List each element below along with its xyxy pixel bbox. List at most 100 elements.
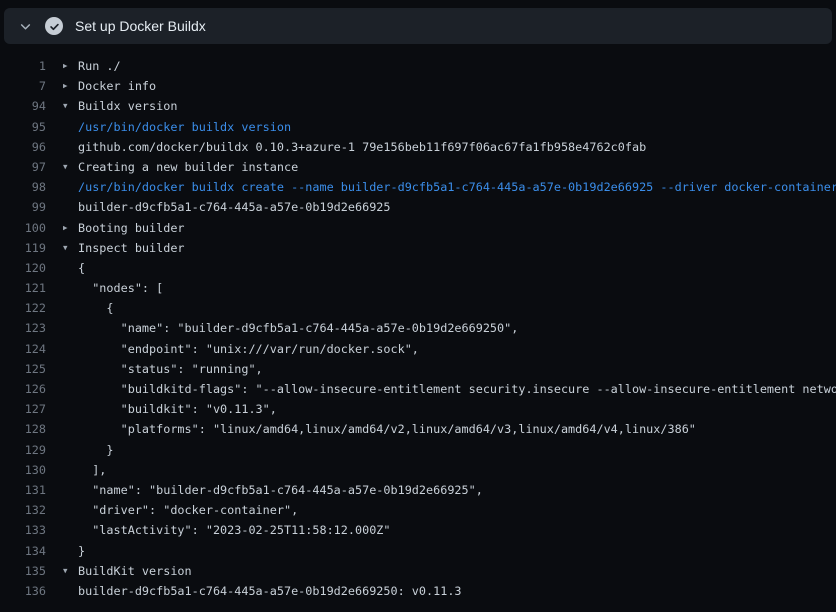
log-output-text: { [78, 298, 114, 318]
chevron-collapsed-icon[interactable]: ▶ [46, 56, 78, 76]
line-number[interactable]: 129 [0, 440, 46, 460]
chevron-collapsed-icon[interactable]: ▶ [46, 218, 78, 238]
line-number[interactable]: 95 [0, 117, 46, 137]
log-group-title: Inspect builder [78, 238, 185, 258]
chevron-down-icon[interactable] [16, 17, 34, 35]
line-number[interactable]: 128 [0, 419, 46, 439]
line-number[interactable]: 134 [0, 541, 46, 561]
log-output-text: } [78, 541, 85, 561]
line-number[interactable]: 100 [0, 218, 46, 238]
chevron-expanded-icon[interactable]: ▼ [46, 157, 78, 177]
log-group-title: Docker info [78, 76, 156, 96]
log-group-row[interactable]: 97▼Creating a new builder instance [0, 157, 836, 177]
log-group-row[interactable]: 94▼Buildx version [0, 96, 836, 116]
log-group-title: Booting builder [78, 218, 185, 238]
line-number[interactable]: 130 [0, 460, 46, 480]
line-number[interactable]: 132 [0, 500, 46, 520]
step-header[interactable]: Set up Docker Buildx [4, 8, 832, 44]
line-number[interactable]: 131 [0, 480, 46, 500]
log-output-text: "endpoint": "unix:///var/run/docker.sock… [78, 339, 419, 359]
arrow-spacer [46, 399, 78, 419]
arrow-spacer [46, 177, 78, 197]
line-number[interactable]: 136 [0, 581, 46, 601]
line-number[interactable]: 124 [0, 339, 46, 359]
arrow-spacer [46, 258, 78, 278]
arrow-spacer [46, 500, 78, 520]
log-group-row[interactable]: 1▶Run ./ [0, 56, 836, 76]
arrow-spacer [46, 339, 78, 359]
log-output-text: "nodes": [ [78, 278, 163, 298]
log-group-title: BuildKit version [78, 561, 192, 581]
arrow-spacer [46, 581, 78, 601]
actions-log-viewer: Set up Docker Buildx 1▶Run ./7▶Docker in… [0, 8, 836, 601]
step-title: Set up Docker Buildx [75, 18, 206, 34]
log-output-text: "buildkitd-flags": "--allow-insecure-ent… [78, 379, 836, 399]
log-line: 99 builder-d9cfb5a1-c764-445a-a57e-0b19d2… [0, 197, 836, 217]
arrow-spacer [46, 197, 78, 217]
arrow-spacer [46, 318, 78, 338]
log-output-text: github.com/docker/buildx 0.10.3+azure-1 … [78, 137, 646, 157]
log-line: 128 "platforms": "linux/amd64,linux/amd6… [0, 419, 836, 439]
log-command-text: /usr/bin/docker buildx version [78, 117, 291, 137]
chevron-expanded-icon[interactable]: ▼ [46, 238, 78, 258]
log-line: 129 } [0, 440, 836, 460]
log-group-row[interactable]: 119▼Inspect builder [0, 238, 836, 258]
log-output-text: "name": "builder-d9cfb5a1-c764-445a-a57e… [78, 318, 518, 338]
line-number[interactable]: 99 [0, 197, 46, 217]
line-number[interactable]: 133 [0, 520, 46, 540]
log-output-text: "status": "running", [78, 359, 263, 379]
log-output-text: "driver": "docker-container", [78, 500, 298, 520]
line-number[interactable]: 119 [0, 238, 46, 258]
log-line: 125 "status": "running", [0, 359, 836, 379]
arrow-spacer [46, 440, 78, 460]
arrow-spacer [46, 480, 78, 500]
chevron-expanded-icon[interactable]: ▼ [46, 561, 78, 581]
log-line: 133 "lastActivity": "2023-02-25T11:58:12… [0, 520, 836, 540]
log-output-text: "platforms": "linux/amd64,linux/amd64/v2… [78, 419, 696, 439]
line-number[interactable]: 123 [0, 318, 46, 338]
log-line: 132 "driver": "docker-container", [0, 500, 836, 520]
line-number[interactable]: 96 [0, 137, 46, 157]
line-number[interactable]: 120 [0, 258, 46, 278]
log-output-text: } [78, 440, 114, 460]
log-command-text: /usr/bin/docker buildx create --name bui… [78, 177, 836, 197]
line-number[interactable]: 98 [0, 177, 46, 197]
log-line: 96 github.com/docker/buildx 0.10.3+azure-… [0, 137, 836, 157]
log-group-row[interactable]: 7▶Docker info [0, 76, 836, 96]
log-line: 136builder-d9cfb5a1-c764-445a-a57e-0b19d… [0, 581, 836, 601]
arrow-spacer [46, 419, 78, 439]
log-output-text: ], [78, 460, 106, 480]
log-line: 98/usr/bin/docker buildx create --name b… [0, 177, 836, 197]
line-number[interactable]: 94 [0, 96, 46, 116]
chevron-collapsed-icon[interactable]: ▶ [46, 76, 78, 96]
arrow-spacer [46, 541, 78, 561]
log-output-text: { [78, 258, 85, 278]
arrow-spacer [46, 278, 78, 298]
arrow-spacer [46, 359, 78, 379]
line-number[interactable]: 97 [0, 157, 46, 177]
line-number[interactable]: 135 [0, 561, 46, 581]
log-line: 121 "nodes": [ [0, 278, 836, 298]
log-group-title: Buildx version [78, 96, 177, 116]
log-line: 122 { [0, 298, 836, 318]
arrow-spacer [46, 117, 78, 137]
chevron-expanded-icon[interactable]: ▼ [46, 96, 78, 116]
line-number[interactable]: 122 [0, 298, 46, 318]
log-group-row[interactable]: 100▶Booting builder [0, 218, 836, 238]
line-number[interactable]: 1 [0, 56, 46, 76]
line-number[interactable]: 127 [0, 399, 46, 419]
log-line: 126 "buildkitd-flags": "--allow-insecure… [0, 379, 836, 399]
log-line: 127 "buildkit": "v0.11.3", [0, 399, 836, 419]
arrow-spacer [46, 460, 78, 480]
line-number[interactable]: 126 [0, 379, 46, 399]
line-number[interactable]: 125 [0, 359, 46, 379]
line-number[interactable]: 121 [0, 278, 46, 298]
log-output-text: "lastActivity": "2023-02-25T11:58:12.000… [78, 520, 391, 540]
arrow-spacer [46, 298, 78, 318]
line-number[interactable]: 7 [0, 76, 46, 96]
log-output-text: builder-d9cfb5a1-c764-445a-a57e-0b19d2e6… [78, 197, 391, 217]
log-lines: 1▶Run ./7▶Docker info94▼Buildx version95… [0, 44, 836, 601]
arrow-spacer [46, 379, 78, 399]
log-group-row[interactable]: 135▼BuildKit version [0, 561, 836, 581]
log-group-title: Creating a new builder instance [78, 157, 298, 177]
